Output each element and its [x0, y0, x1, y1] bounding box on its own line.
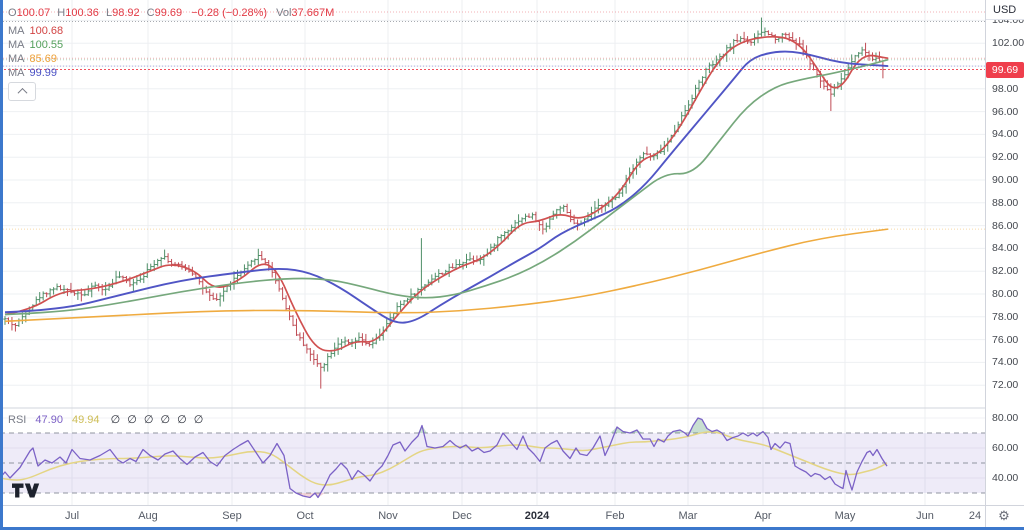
price-tick-label: 84.00: [992, 242, 1018, 254]
rsi-legend[interactable]: RSI 47.90 49.94 ∅ ∅ ∅ ∅ ∅ ∅: [8, 413, 205, 426]
time-tick-label: Aug: [138, 510, 158, 522]
price-tick-label: 92.00: [992, 151, 1018, 163]
time-tick-label: Jun: [916, 510, 934, 522]
ma-legend-row[interactable]: MA 100.68: [8, 24, 63, 38]
trading-chart-window: { "ohlc": { "o_label":"O","o":"100.07", …: [0, 0, 1024, 530]
last-price-badge: 99.69: [986, 62, 1024, 78]
ma-label: MA: [8, 53, 25, 65]
price-tick-label: 94.00: [992, 128, 1018, 140]
price-tick-label: 86.00: [992, 220, 1018, 232]
change-value: −0.28 (−0.28%): [191, 7, 267, 19]
price-tick-label: 90.00: [992, 174, 1018, 186]
ma-legend-row[interactable]: MA 99.99: [8, 66, 57, 80]
rsi-tick-label: 80.00: [992, 412, 1018, 424]
price-tick-label: 74.00: [992, 356, 1018, 368]
chevron-up-icon: [17, 88, 27, 98]
price-tick-label: 72.00: [992, 379, 1018, 391]
rsi-tick-label: 40.00: [992, 472, 1018, 484]
time-tick-label: Sep: [222, 510, 242, 522]
close-label: C: [147, 7, 155, 19]
gridlines: [0, 0, 985, 505]
rsi-empty-values: ∅ ∅ ∅ ∅ ∅ ∅: [111, 414, 206, 426]
ohlc-legend: O100.07 H100.36 L98.92 C99.69 −0.28 (−0.…: [8, 6, 334, 20]
ma-value: 100.68: [30, 25, 64, 37]
price-tick-label: 82.00: [992, 265, 1018, 277]
open-label: O: [8, 7, 17, 19]
price-tick-label: 98.00: [992, 83, 1018, 95]
ma-value: 85.69: [30, 53, 58, 65]
low-value: 98.92: [112, 7, 140, 19]
price-tick-label: 76.00: [992, 334, 1018, 346]
price-tick-label: 96.00: [992, 106, 1018, 118]
collapse-legend-button[interactable]: [8, 82, 36, 101]
price-tick-label: 80.00: [992, 288, 1018, 300]
volume-label: Vol: [276, 7, 291, 19]
window-left-accent: [0, 0, 3, 530]
time-tail-label: 24: [969, 510, 981, 522]
price-axis-border: [985, 0, 986, 527]
high-value: 100.36: [65, 7, 99, 19]
currency-label: USD: [986, 0, 1024, 20]
rsi-value: 47.90: [35, 414, 63, 426]
rsi-ma-value: 49.94: [72, 414, 100, 426]
ma-legend-row[interactable]: MA 85.69: [8, 52, 57, 66]
MA-fast: [5, 37, 888, 351]
price-tick-label: 78.00: [992, 311, 1018, 323]
chart-canvas[interactable]: [0, 0, 1024, 530]
open-value: 100.07: [17, 7, 51, 19]
time-tick-label: Mar: [679, 510, 698, 522]
MA-medium: [5, 52, 888, 323]
close-value: 99.69: [155, 7, 183, 19]
rsi-tick-label: 60.00: [992, 442, 1018, 454]
ma-legend-row[interactable]: MA 100.55: [8, 38, 63, 52]
time-tick-label: 2024: [525, 510, 549, 522]
ma-label: MA: [8, 25, 25, 37]
time-tick-label: Nov: [378, 510, 398, 522]
gear-icon[interactable]: ⚙: [996, 508, 1012, 524]
time-tick-label: Jul: [65, 510, 79, 522]
ma-label: MA: [8, 39, 25, 51]
tradingview-logo: [11, 482, 41, 499]
time-tick-label: Feb: [606, 510, 625, 522]
time-tick-label: Apr: [754, 510, 771, 522]
price-tick-label: 102.00: [992, 37, 1024, 49]
ma-value: 99.99: [30, 67, 58, 79]
ma-label: MA: [8, 67, 25, 79]
time-tick-label: Oct: [296, 510, 313, 522]
volume-value: 37.667M: [291, 7, 334, 19]
price-tick-label: 88.00: [992, 197, 1018, 209]
time-tick-label: Dec: [452, 510, 472, 522]
ma-value: 100.55: [30, 39, 64, 51]
rsi-label: RSI: [8, 414, 26, 426]
time-tick-label: May: [835, 510, 856, 522]
